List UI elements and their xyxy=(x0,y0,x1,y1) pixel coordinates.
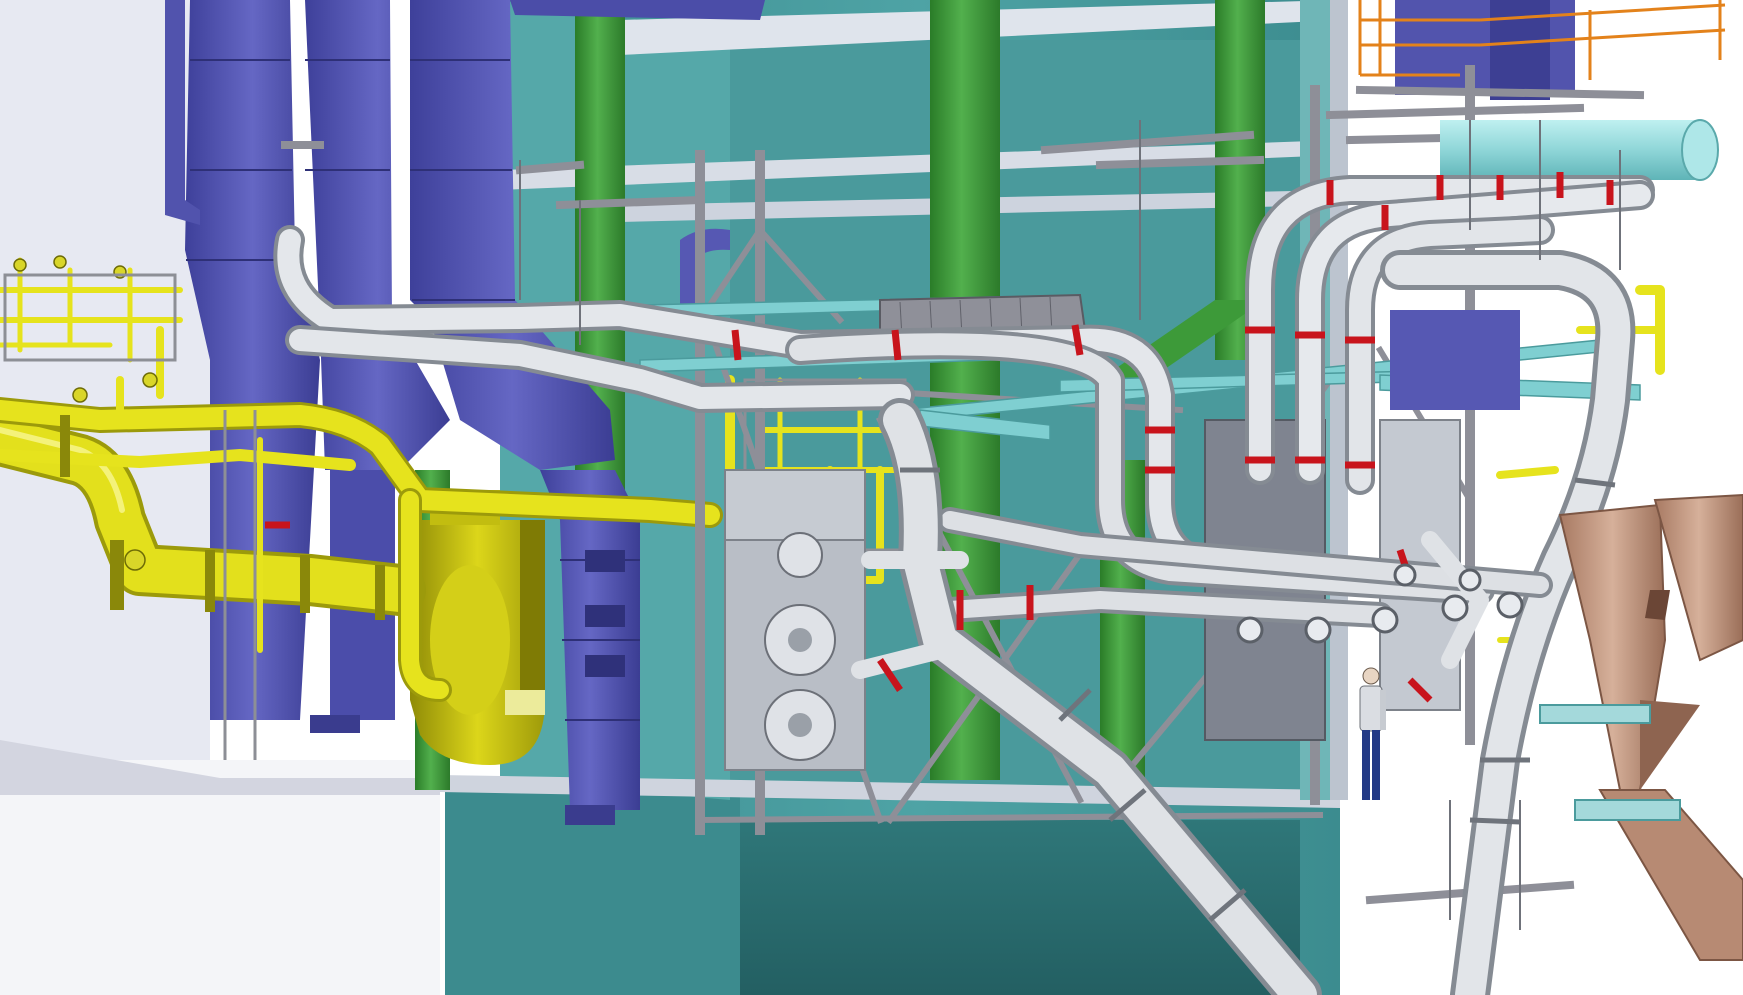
plant-3d-model-view xyxy=(0,0,1743,995)
plant-3d-model-canvas xyxy=(0,0,1743,995)
forced-draft-fan xyxy=(410,490,545,765)
cyan-pipe xyxy=(1440,119,1719,181)
